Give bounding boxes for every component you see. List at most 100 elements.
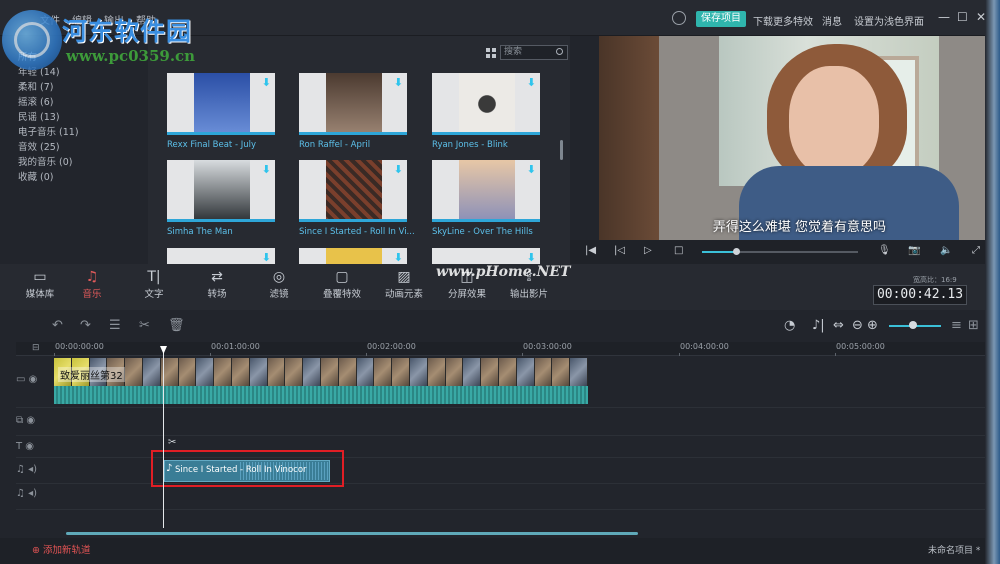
- step-back-icon[interactable]: |◁: [614, 245, 625, 256]
- category-item[interactable]: 摇滚 (6): [18, 95, 79, 110]
- zoom-slider-handle[interactable]: [909, 321, 917, 329]
- category-item[interactable]: 柔和 (7): [18, 80, 79, 95]
- cut-icon[interactable]: ✂: [139, 318, 150, 333]
- video-audio-waveform: [54, 386, 588, 404]
- zoom-out-icon[interactable]: ⊖: [852, 318, 863, 333]
- microphone-icon[interactable]: 🎙: [878, 245, 891, 256]
- zoom-in-icon[interactable]: ⊕: [867, 318, 878, 333]
- minimize-button[interactable]: —: [938, 10, 950, 24]
- previous-icon[interactable]: |◀: [585, 245, 596, 256]
- delete-icon[interactable]: 🗑: [168, 318, 185, 333]
- app-window: { "watermark":{"site_cn":"河东软件园","url":"…: [0, 0, 1000, 564]
- tab-label: 叠覆特效: [322, 289, 361, 300]
- track-name[interactable]: Since I Started - Roll In Vi...: [299, 227, 415, 237]
- play-icon[interactable]: ▷: [644, 245, 652, 256]
- add-track-label: 添加新轨道: [42, 545, 91, 556]
- tab-label: 输出影片: [509, 289, 548, 300]
- watermark-logo: [2, 10, 62, 70]
- track-name[interactable]: Ryan Jones - Blink: [432, 140, 508, 150]
- ruler-label: 00:00:00:00: [55, 342, 104, 351]
- music-tile[interactable]: ⬇: [432, 160, 540, 222]
- fit-timeline-icon[interactable]: ⇔: [833, 318, 844, 333]
- timeline-scrollbar[interactable]: [66, 532, 638, 535]
- download-icon[interactable]: ⬇: [262, 76, 271, 89]
- undo-icon[interactable]: ↶: [52, 318, 63, 333]
- track-name[interactable]: Ron Raffel - April: [299, 140, 370, 150]
- add-track-button[interactable]: ⊕ 添加新轨道: [32, 542, 91, 556]
- audio-track-1-header[interactable]: ♫ ◂): [16, 464, 54, 475]
- category-item[interactable]: 我的音乐 (0): [18, 155, 79, 170]
- account-icon[interactable]: [672, 11, 686, 25]
- download-icon[interactable]: ⬇: [394, 251, 403, 264]
- timeline-toolbar: [0, 312, 1000, 342]
- music-tile[interactable]: ⬇: [299, 73, 407, 135]
- audio-track-2-header[interactable]: ♫ ◂): [16, 488, 54, 499]
- music-tile[interactable]: ⬇: [167, 248, 275, 264]
- library-scrollbar[interactable]: [560, 140, 563, 160]
- category-item[interactable]: 电子音乐 (11): [18, 125, 79, 140]
- music-tile[interactable]: ⬇: [432, 248, 540, 264]
- folder-icon: ▭: [33, 269, 47, 285]
- download-effects-link[interactable]: 下载更多特效: [753, 13, 813, 28]
- tab-label: 文字: [144, 289, 164, 300]
- download-icon[interactable]: ⬇: [527, 251, 536, 264]
- adjust-icon[interactable]: ☰: [109, 318, 121, 333]
- snapshot-icon[interactable]: 📷: [908, 245, 920, 256]
- grid-view-icon[interactable]: [486, 48, 496, 58]
- render-icon[interactable]: ◔: [784, 318, 795, 333]
- aspect-ratio-label: 宽高比：16:9: [913, 276, 957, 284]
- text-track-header[interactable]: T ◉: [16, 441, 54, 452]
- tab-music[interactable]: ♫ 音乐: [64, 268, 120, 300]
- category-item[interactable]: 音效 (25): [18, 140, 79, 155]
- audio-mixer-icon[interactable]: ♪|: [812, 318, 825, 333]
- download-icon[interactable]: ⬇: [527, 76, 536, 89]
- video-track-header[interactable]: ▭ ◉: [16, 374, 54, 385]
- light-ui-link[interactable]: 设置为浅色界面: [854, 13, 924, 28]
- ruler-label: 00:05:00:00: [836, 342, 885, 351]
- search-icon[interactable]: [556, 48, 563, 55]
- list-view-icon[interactable]: ≡: [951, 318, 962, 333]
- track-name[interactable]: Rexx Final Beat - July: [167, 140, 256, 150]
- snap-icon[interactable]: ⊟: [32, 343, 40, 353]
- stop-icon[interactable]: □: [674, 245, 683, 256]
- scissors-icon[interactable]: ✂: [168, 437, 176, 448]
- desktop-edge: [985, 0, 1000, 564]
- download-icon[interactable]: ⬇: [394, 76, 403, 89]
- volume-icon[interactable]: 🔈: [940, 245, 952, 256]
- tab-media-library[interactable]: ▭ 媒体库: [12, 268, 68, 300]
- tab-overlays[interactable]: ▢ 叠覆特效: [314, 268, 370, 300]
- messages-link[interactable]: 消息: [822, 13, 842, 28]
- watermark-title: 河东软件园: [62, 17, 193, 46]
- tab-transitions[interactable]: ⇄ 转场: [189, 268, 245, 300]
- image-icon: ▨: [397, 269, 411, 285]
- project-name: 未命名项目 *: [928, 546, 981, 556]
- tab-text[interactable]: T| 文字: [126, 268, 182, 300]
- track-name[interactable]: Simha The Man: [167, 227, 233, 237]
- maximize-button[interactable]: ☐: [957, 10, 968, 24]
- text-icon: T|: [147, 269, 161, 285]
- track-name[interactable]: SkyLine - Over The Hills: [432, 227, 533, 237]
- fullscreen-icon[interactable]: ⤢: [972, 245, 980, 256]
- timecode-display: 00:00:42.13: [873, 285, 967, 305]
- video-preview: 弄得这么难堪 您觉着有意思吗: [599, 36, 1000, 240]
- download-icon[interactable]: ⬇: [527, 163, 536, 176]
- tab-filters[interactable]: ◎ 滤镜: [251, 268, 307, 300]
- music-tile[interactable]: ⬇: [167, 73, 275, 135]
- download-icon[interactable]: ⬇: [394, 163, 403, 176]
- overlay-track-header[interactable]: ⧉ ◉: [16, 415, 54, 426]
- music-tile[interactable]: ⬇: [299, 160, 407, 222]
- tab-elements[interactable]: ▨ 动画元素: [376, 268, 432, 300]
- music-tile[interactable]: ⬇: [432, 73, 540, 135]
- thumbnail-view-icon[interactable]: ⊞: [968, 318, 979, 333]
- ruler-label: 00:02:00:00: [367, 342, 416, 351]
- category-item[interactable]: 民谣 (13): [18, 110, 79, 125]
- music-tile[interactable]: ⬇: [299, 248, 407, 264]
- music-tile[interactable]: ⬇: [167, 160, 275, 222]
- download-icon[interactable]: ⬇: [262, 163, 271, 176]
- preview-progress-handle[interactable]: [733, 248, 740, 255]
- download-icon[interactable]: ⬇: [262, 251, 271, 264]
- redo-icon[interactable]: ↷: [80, 318, 91, 333]
- playhead[interactable]: [163, 350, 164, 528]
- category-item[interactable]: 收藏 (0): [18, 170, 79, 185]
- save-project-button[interactable]: 保存项目: [696, 11, 746, 27]
